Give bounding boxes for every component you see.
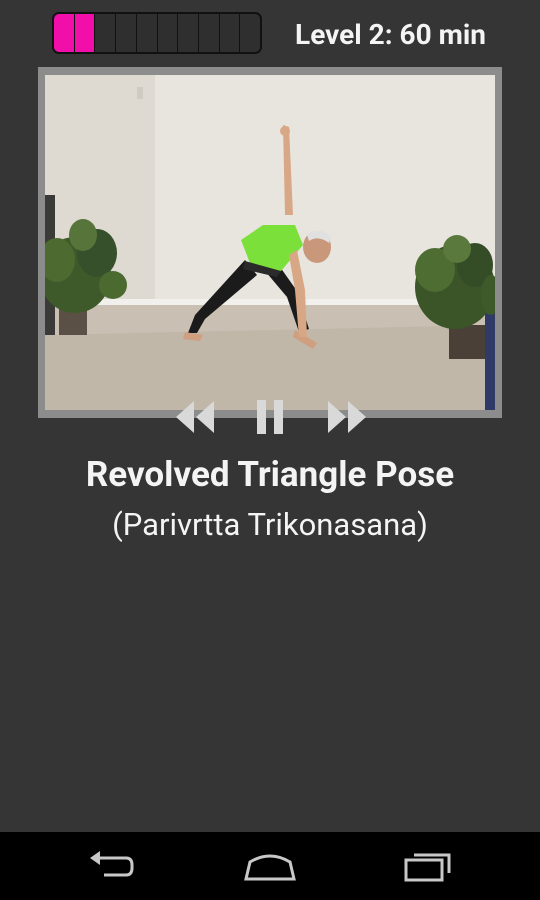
pose-name: Revolved Triangle Pose [85, 454, 455, 495]
fast-forward-icon [328, 401, 366, 433]
fast-forward-button[interactable] [324, 396, 368, 438]
progress-segment-empty [95, 14, 117, 52]
back-icon [90, 851, 134, 877]
progress-segment-empty [219, 14, 241, 52]
progress-segment-empty [136, 14, 158, 52]
recent-apps-button[interactable] [393, 842, 463, 890]
progress-segment-empty [178, 14, 199, 52]
recent-apps-icon [404, 853, 451, 882]
pause-button[interactable] [254, 396, 286, 438]
system-navigation-bar [0, 832, 540, 900]
level-label: Level 2: 60 min [295, 18, 486, 51]
playback-controls [0, 396, 540, 438]
progress-segment-empty [157, 14, 179, 52]
pause-icon [257, 400, 283, 434]
rewind-icon [176, 401, 214, 433]
home-icon [244, 854, 296, 881]
progress-segment-empty [116, 14, 137, 52]
progress-segment-filled [74, 14, 96, 52]
video-frame-image [45, 75, 495, 410]
back-button[interactable] [76, 842, 146, 890]
video-player[interactable] [38, 67, 502, 418]
progress-segment-empty [240, 14, 260, 52]
home-button[interactable] [235, 842, 305, 890]
progress-segment-empty [198, 14, 220, 52]
rewind-button[interactable] [174, 396, 218, 438]
level-progress-bar [52, 12, 262, 54]
progress-segment-filled [54, 14, 75, 52]
pose-sanskrit-name: (Parivrtta Trikonasana) [112, 506, 428, 543]
